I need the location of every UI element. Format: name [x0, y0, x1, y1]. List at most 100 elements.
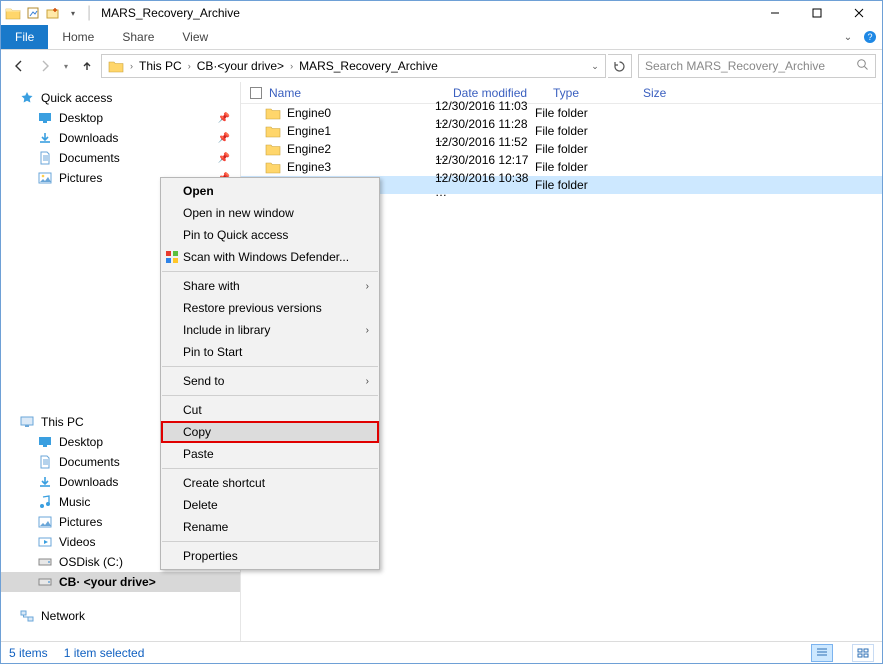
videos-icon — [37, 534, 53, 550]
menu-delete[interactable]: Delete — [161, 494, 379, 516]
menu-pin-start[interactable]: Pin to Start — [161, 341, 379, 363]
menu-separator — [162, 395, 378, 396]
menu-rename[interactable]: Rename — [161, 516, 379, 538]
tree-label: Documents — [59, 455, 120, 469]
breadcrumb-this-pc[interactable]: This PC — [135, 59, 186, 73]
breadcrumb-folder[interactable]: MARS_Recovery_Archive — [295, 59, 442, 73]
tree-label: Desktop — [59, 111, 103, 125]
pictures-icon — [37, 514, 53, 530]
tab-share[interactable]: Share — [108, 25, 168, 49]
tree-tp-drive[interactable]: CB· <your drive> — [1, 572, 240, 592]
tab-file[interactable]: File — [1, 25, 48, 49]
menu-separator — [162, 541, 378, 542]
minimize-button[interactable] — [754, 2, 796, 24]
col-size[interactable]: Size — [643, 86, 703, 100]
defender-icon — [164, 249, 180, 265]
icons-view-button[interactable] — [852, 644, 874, 662]
menu-open-new-window[interactable]: Open in new window — [161, 202, 379, 224]
desktop-icon — [37, 110, 53, 126]
details-view-button[interactable] — [811, 644, 833, 662]
tree-label: Music — [59, 495, 90, 509]
status-item-count: 5 items — [9, 646, 48, 660]
menu-scan-defender[interactable]: Scan with Windows Defender... — [161, 246, 379, 268]
row-name: Engine1 — [287, 124, 331, 138]
tree-desktop[interactable]: Desktop 📌 — [1, 108, 240, 128]
pictures-icon — [37, 170, 53, 186]
tree-quick-access[interactable]: Quick access — [1, 88, 240, 108]
tree-documents[interactable]: Documents📌 — [1, 148, 240, 168]
table-row[interactable]: Engine112/30/2016 11:28 …File folder — [241, 122, 882, 140]
qat-properties-icon[interactable] — [25, 5, 41, 21]
row-name: Engine0 — [287, 106, 331, 120]
col-type[interactable]: Type — [553, 86, 643, 100]
chevron-right-icon[interactable]: › — [188, 61, 191, 71]
documents-icon — [37, 150, 53, 166]
search-input[interactable]: Search MARS_Recovery_Archive — [638, 54, 876, 78]
menu-pin-quick-access[interactable]: Pin to Quick access — [161, 224, 379, 246]
nav-row: ▾ › This PC › CB·<your drive> › MARS_Rec… — [1, 50, 882, 82]
recent-dropdown[interactable]: ▾ — [59, 54, 73, 78]
table-row[interactable]: Engine212/30/2016 11:52 …File folder — [241, 140, 882, 158]
refresh-button[interactable] — [608, 54, 632, 78]
pin-icon: 📌 — [218, 133, 230, 144]
tree-label: Documents — [59, 151, 120, 165]
row-type: File folder — [535, 178, 625, 192]
table-row[interactable]: Engine012/30/2016 11:03 …File folder — [241, 104, 882, 122]
address-dropdown-icon[interactable]: ⌄ — [587, 61, 603, 72]
status-selected-count: 1 item selected — [64, 646, 145, 660]
menu-send-to[interactable]: Send to› — [161, 370, 379, 392]
menu-copy[interactable]: Copy — [161, 421, 379, 443]
menu-paste[interactable]: Paste — [161, 443, 379, 465]
row-type: File folder — [535, 124, 625, 138]
search-placeholder: Search MARS_Recovery_Archive — [645, 59, 856, 73]
title-bar: ▾ | MARS_Recovery_Archive — [1, 1, 882, 25]
breadcrumb-drive[interactable]: CB·<your drive> — [193, 59, 288, 73]
network-icon — [19, 608, 35, 624]
col-name[interactable]: Name — [265, 86, 453, 100]
downloads-icon — [37, 474, 53, 490]
qat-newfolder-icon[interactable] — [45, 5, 61, 21]
help-icon[interactable]: ? — [858, 25, 882, 49]
address-bar[interactable]: › This PC › CB·<your drive> › MARS_Recov… — [101, 54, 606, 78]
menu-share-with[interactable]: Share with› — [161, 275, 379, 297]
tree-label: CB· <your drive> — [59, 575, 156, 589]
tab-view[interactable]: View — [168, 25, 222, 49]
chevron-right-icon[interactable]: › — [130, 61, 133, 71]
row-type: File folder — [535, 106, 625, 120]
qat-dropdown-icon[interactable]: ▾ — [65, 5, 81, 21]
table-row[interactable]: Engine312/30/2016 12:17 …File folder — [241, 158, 882, 176]
ribbon-expand-icon[interactable]: ⌄ — [838, 25, 858, 49]
up-button[interactable] — [75, 54, 99, 78]
menu-include-library[interactable]: Include in library› — [161, 319, 379, 341]
row-type: File folder — [535, 160, 625, 174]
chevron-right-icon: › — [366, 281, 369, 292]
menu-properties[interactable]: Properties — [161, 545, 379, 567]
tree-network[interactable]: Network — [1, 606, 240, 626]
menu-restore-versions[interactable]: Restore previous versions — [161, 297, 379, 319]
tab-home[interactable]: Home — [48, 25, 108, 49]
computer-icon — [19, 414, 35, 430]
menu-cut[interactable]: Cut — [161, 399, 379, 421]
titlebar-divider: | — [87, 4, 91, 22]
row-type: File folder — [535, 142, 625, 156]
folder-icon — [265, 123, 281, 139]
menu-create-shortcut[interactable]: Create shortcut — [161, 472, 379, 494]
tree-label: OSDisk (C:) — [59, 555, 123, 569]
menu-open[interactable]: Open — [161, 180, 379, 202]
tree-downloads[interactable]: Downloads📌 — [1, 128, 240, 148]
forward-button[interactable] — [33, 54, 57, 78]
select-all-checkbox[interactable] — [247, 87, 265, 99]
chevron-right-icon: › — [366, 376, 369, 387]
menu-separator — [162, 271, 378, 272]
pin-icon: 📌 — [218, 113, 230, 124]
row-name: Engine3 — [287, 160, 331, 174]
close-button[interactable] — [838, 2, 880, 24]
music-icon — [37, 494, 53, 510]
folder-icon — [5, 5, 21, 21]
col-date[interactable]: Date modified — [453, 86, 553, 100]
row-date: 12/30/2016 10:38 … — [435, 171, 535, 199]
tree-label: Pictures — [59, 515, 102, 529]
chevron-right-icon[interactable]: › — [290, 61, 293, 71]
maximize-button[interactable] — [796, 2, 838, 24]
back-button[interactable] — [7, 54, 31, 78]
